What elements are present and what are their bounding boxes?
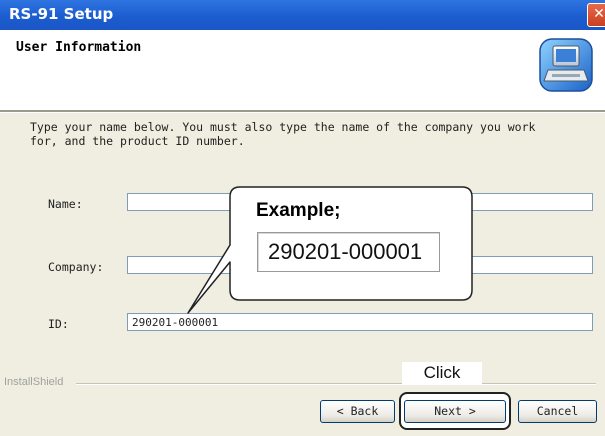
header-title: User Information xyxy=(16,40,142,55)
installshield-brand: InstallShield xyxy=(4,376,64,388)
footer-separator xyxy=(76,383,596,385)
name-field[interactable] xyxy=(127,193,593,211)
example-id-box: 290201-000001 xyxy=(257,232,440,272)
close-button[interactable]: ✕ xyxy=(587,3,605,27)
dialog-body xyxy=(0,113,605,436)
cancel-button[interactable]: Cancel xyxy=(518,400,597,423)
click-annotation: Click xyxy=(402,362,482,384)
instruction-text: Type your name below. You must also type… xyxy=(30,120,536,148)
id-field[interactable]: 290201-000001 xyxy=(127,313,593,331)
company-label: Company: xyxy=(48,260,104,274)
title-bar[interactable]: RS-91 Setup ✕ xyxy=(0,0,605,30)
next-button[interactable]: Next > xyxy=(404,400,506,423)
window-title: RS-91 Setup xyxy=(9,5,114,23)
id-label: ID: xyxy=(48,317,69,331)
example-title: Example; xyxy=(256,200,341,221)
setup-computer-icon xyxy=(539,38,593,92)
back-button[interactable]: < Back xyxy=(320,400,395,423)
close-icon: ✕ xyxy=(593,6,605,22)
dialog-header: User Information xyxy=(0,30,605,110)
name-label: Name: xyxy=(48,197,83,211)
